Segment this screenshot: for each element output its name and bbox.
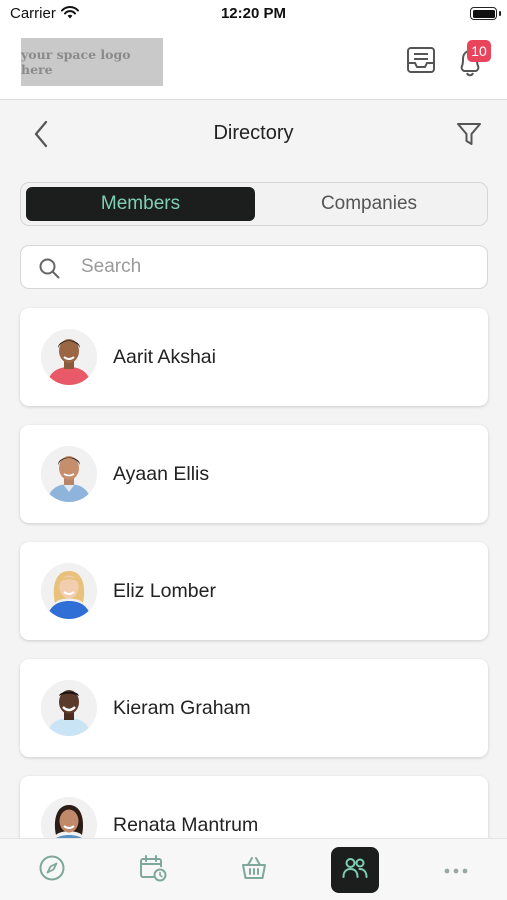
page-title: Directory	[213, 122, 294, 144]
companies-tab[interactable]: Companies	[255, 187, 483, 221]
battery-tip	[499, 11, 501, 16]
notification-badge: 10	[467, 40, 491, 62]
member-name: Kieram Graham	[113, 697, 251, 719]
nav-more[interactable]	[432, 847, 480, 893]
battery-icon	[470, 7, 497, 20]
filter-button[interactable]	[452, 120, 486, 152]
nav-directory[interactable]	[331, 847, 379, 893]
nav-shop[interactable]	[230, 847, 278, 893]
people-icon	[341, 856, 369, 885]
basket-icon	[239, 854, 269, 887]
member-avatar	[41, 329, 97, 385]
app-header: your space logo here 10	[0, 28, 507, 100]
status-bar: Carrier 12:20 PM	[0, 0, 507, 28]
bottom-nav	[0, 838, 507, 900]
calendar-clock-icon	[138, 853, 168, 888]
member-avatar	[41, 446, 97, 502]
filter-icon	[455, 120, 483, 153]
notifications-button[interactable]: 10	[452, 40, 492, 83]
nav-explore[interactable]	[28, 847, 76, 893]
status-time: 12:20 PM	[220, 5, 287, 22]
directory-screen: Carrier 12:20 PM your space logo here 10…	[0, 0, 507, 900]
search-input[interactable]	[81, 254, 471, 280]
search-icon	[39, 258, 60, 284]
nav-events[interactable]	[129, 847, 177, 893]
member-card[interactable]: Kieram Graham	[20, 659, 488, 757]
member-avatar	[41, 680, 97, 736]
inbox-button[interactable]	[404, 45, 438, 79]
member-name: Renata Mantrum	[113, 814, 259, 836]
space-logo[interactable]: your space logo here	[21, 38, 163, 86]
members-tab[interactable]: Members	[26, 187, 255, 221]
member-card[interactable]: Ayaan Ellis	[20, 425, 488, 523]
member-name: Aarit Akshai	[113, 346, 216, 368]
search-bar	[20, 245, 488, 289]
member-name: Eliz Lomber	[113, 580, 216, 602]
member-card[interactable]: Aarit Akshai	[20, 308, 488, 406]
member-avatar	[41, 563, 97, 619]
member-name: Ayaan Ellis	[113, 463, 210, 485]
compass-icon	[38, 854, 66, 887]
directory-segmented-control: Members Companies	[20, 182, 488, 226]
member-card[interactable]: Eliz Lomber	[20, 542, 488, 640]
more-dots-icon	[444, 861, 468, 879]
inbox-icon	[406, 46, 436, 79]
